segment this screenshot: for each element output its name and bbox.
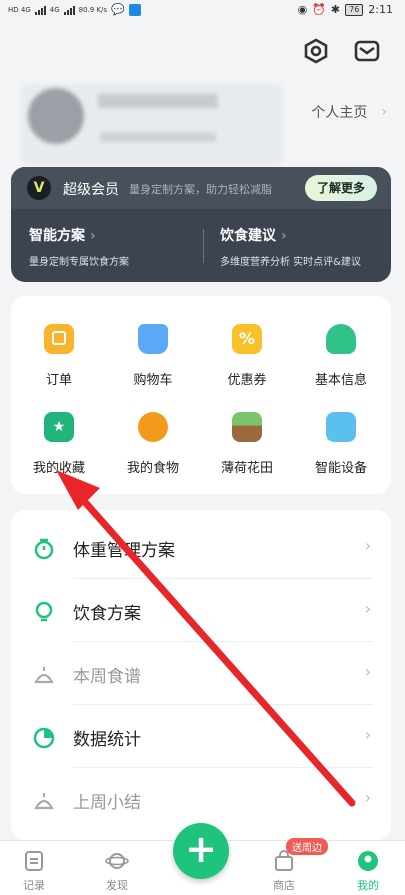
blurred-profile [22,84,282,166]
chevron-right-icon: › [364,725,371,744]
vip-diet-advice[interactable]: 饮食建议 › 多维度营养分析 实时点评&建议 [220,225,361,268]
summary-icon [33,790,55,812]
profile-tab-icon [356,849,380,873]
vip-smart-plan[interactable]: 智能方案 › 量身定制专属饮食方案 [29,225,129,268]
shortcut-label: 基本信息 [314,373,367,388]
coupon-icon: % [232,324,262,354]
shortcut-label: 优惠券 [227,373,267,388]
signal-label-2: 4G [49,5,60,14]
menu-item-diet-plan[interactable]: 饮食方案 › [11,579,391,642]
record-icon [22,849,46,873]
food-icon [138,412,168,442]
bluetooth-icon: ✱ [330,3,341,16]
chevron-right-icon: › [364,662,371,681]
wechat-icon: 💬 [111,3,125,16]
planet-icon [105,849,129,873]
signal-icon [34,5,46,15]
app-notification-icon [128,3,141,16]
menu-label: 体重管理方案 [73,541,175,561]
shortcut-label: 我的收藏 [32,461,85,476]
vip-logo-icon: V [27,176,51,200]
tab-discover[interactable]: 发现 [87,849,147,893]
shortcuts-grid: 订单 购物车 % 优惠券 基本信息 ★ 我的收藏 我的食物 薄荷花田 智能设备 [11,296,391,494]
menu-list: 体重管理方案 › 饮食方案 › 本周食谱 › 数据统计 › 上周小结 › [11,510,391,840]
profile-section[interactable]: 个人主页 › [0,78,405,166]
tab-label: 记录 [23,879,45,892]
tab-mine[interactable]: 我的 [338,849,398,893]
menu-item-statistics[interactable]: 数据统计 › [11,705,391,768]
diet-advice-title: 饮食建议 [220,228,276,244]
signal-icon-2 [63,5,75,15]
shop-badge: 送周边 [286,838,328,855]
chevron-right-icon: › [89,228,96,244]
vip-card[interactable]: V 超级会员 量身定制方案，助力轻松减脂 了解更多 智能方案 › 量身定制专属饮… [11,167,391,282]
cart-icon [138,324,168,354]
user-info-icon [326,324,356,354]
chevron-right-icon: › [364,599,371,618]
diet-advice-desc: 多维度营养分析 实时点评&建议 [220,257,361,268]
signal-label-1: HD 4G [8,5,31,14]
homepage-label: 个人主页 [311,105,368,121]
vip-title: 超级会员 [63,182,119,198]
pie-chart-icon [33,727,55,749]
tab-record[interactable]: 记录 [4,849,64,893]
shortcut-cart[interactable]: 购物车 [113,324,193,388]
shortcut-food[interactable]: 我的食物 [113,412,193,476]
chevron-right-icon: › [381,104,387,120]
message-icon[interactable] [354,38,380,64]
shortcut-favorites[interactable]: ★ 我的收藏 [19,412,99,476]
recipe-icon [33,664,55,686]
shortcut-label: 订单 [45,373,72,388]
shortcut-field[interactable]: 薄荷花田 [207,412,287,476]
shortcut-label: 薄荷花田 [220,461,273,476]
vip-subtitle: 量身定制方案，助力轻松减脂 [129,183,272,196]
tab-label: 商店 [273,879,295,892]
tab-label: 我的 [357,879,379,892]
shortcut-order[interactable]: 订单 [19,324,99,388]
homepage-link[interactable]: 个人主页 › [311,102,387,122]
shortcut-coupon[interactable]: % 优惠券 [207,324,287,388]
chevron-right-icon: › [280,228,287,244]
menu-label: 上周小结 [73,793,141,813]
chevron-right-icon: › [364,536,371,555]
status-bar: HD 4G 4G 80.9 K/s 💬 ◉ ⏰ ✱ 76 2:11 [0,0,405,22]
timer-icon [33,538,55,560]
order-icon [44,324,74,354]
field-icon [232,412,262,442]
net-speed: 80.9 K/s [78,5,108,14]
menu-label: 数据统计 [73,730,141,750]
bulb-icon [33,601,55,623]
shortcut-device[interactable]: 智能设备 [301,412,381,476]
vip-divider [203,229,204,263]
settings-icon[interactable] [303,38,329,64]
battery-icon: 76 [345,3,364,16]
menu-label: 饮食方案 [73,604,141,624]
device-icon [326,412,356,442]
add-record-button[interactable]: + [173,823,229,879]
menu-item-weekly-summary[interactable]: 上周小结 › [11,768,391,831]
smart-plan-desc: 量身定制专属饮食方案 [29,257,129,268]
tab-label: 发现 [106,879,128,892]
shortcut-label: 购物车 [133,373,173,388]
learn-more-button[interactable]: 了解更多 [305,175,377,201]
shortcut-label: 智能设备 [314,461,367,476]
menu-label: 本周食谱 [73,667,141,687]
chevron-right-icon: › [364,788,371,807]
menu-item-weight-plan[interactable]: 体重管理方案 › [11,516,391,579]
smart-plan-title: 智能方案 [29,228,85,244]
shortcut-user-info[interactable]: 基本信息 [301,324,381,388]
tab-shop[interactable]: 商店 [254,849,314,893]
shortcut-label: 我的食物 [126,461,179,476]
eye-icon: ◉ [297,3,308,16]
clock: 2:11 [368,3,393,16]
menu-item-weekly-recipe[interactable]: 本周食谱 › [11,642,391,705]
alarm-icon: ⏰ [312,3,326,16]
favorites-icon: ★ [44,412,74,442]
